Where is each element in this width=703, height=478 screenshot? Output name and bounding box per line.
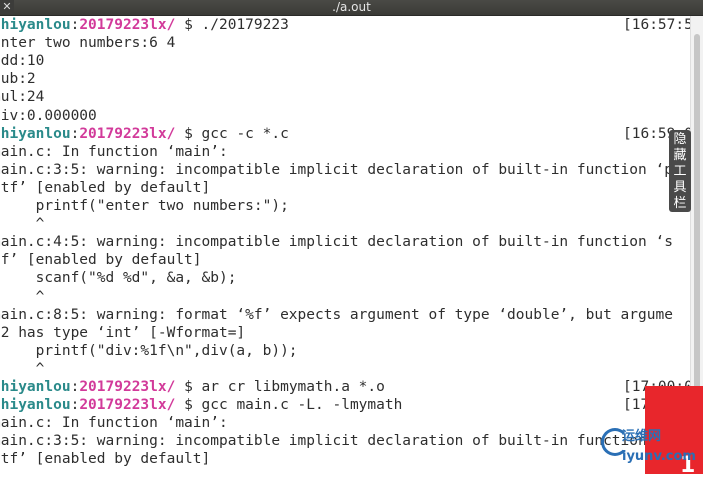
output-line: ntf’ [enabled by default] [0, 179, 211, 196]
output-line: ^ [35, 360, 45, 377]
prompt-line: shiyanlou:20179223lx/ $ gcc -c *.c [0, 125, 289, 143]
prompt-user: shiyanlou [0, 125, 71, 142]
output-line: main.c:3:5: warning: incompatible implic… [0, 161, 673, 178]
output-line: mul:24 [0, 89, 45, 106]
output-line: printf("div:%1f\n",div(a, b)); [0, 342, 298, 359]
prompt-command: $ ar cr libmymath.a *.o [175, 379, 385, 395]
prompt-path: 20179223lx/ [79, 397, 176, 414]
prompt-user: shiyanlou [0, 397, 71, 414]
prompt-path: 20179223lx/ [79, 379, 176, 395]
output-line: add:10 [0, 53, 45, 70]
output-line: main.c:3:5: warning: incompatible implic… [0, 433, 647, 450]
output-line: 2 has type ‘int’ [-Wformat=] [0, 324, 246, 341]
prompt-timestamp: [16:57:56 [623, 17, 690, 33]
hide-toolbar-button[interactable]: 隐藏工具栏 [669, 130, 691, 212]
prompt-command: $ ./20179223 [175, 17, 289, 33]
prompt-separator: : [70, 379, 80, 395]
prompt-path: 20179223lx/ [79, 125, 176, 142]
title-bar: ✕ ./a.out [0, 0, 703, 16]
output-line: scanf("%d %d", &a, &b); [0, 270, 237, 287]
prompt-path: 20179223lx/ [79, 17, 176, 33]
output-line: main.c: In function ‘main’: [0, 143, 228, 160]
scrollbar-thumb[interactable] [694, 34, 700, 414]
terminal-output[interactable]: shiyanlou:20179223lx/ $ ./20179223[16:57… [0, 16, 690, 474]
output-line: sub:2 [0, 71, 36, 88]
output-line: main.c:4:5: warning: incompatible implic… [0, 234, 673, 251]
output-line: nf’ [enabled by default] [0, 252, 202, 269]
hide-toolbar-char: 栏 [673, 196, 687, 211]
prompt-line: shiyanlou:20179223lx/ $ ./20179223 [0, 16, 289, 34]
watermark-brand: 运维网 [622, 429, 662, 444]
prompt-line: shiyanlou:20179223lx/ $ ar cr libmymath.… [0, 378, 385, 396]
output-line: main.c: In function ‘main’: [0, 415, 228, 432]
watermark-site: iyunv.com [622, 449, 696, 464]
output-line: ntf’ [enabled by default] [0, 451, 211, 468]
output-line: printf("enter two numbers:"); [0, 198, 289, 214]
prompt-user: shiyanlou [0, 17, 71, 33]
hide-toolbar-char: 藏 [673, 148, 687, 163]
output-line: div:0.000000 [0, 107, 97, 124]
output-line: ^ [35, 216, 45, 233]
prompt-separator: : [70, 17, 80, 33]
hide-toolbar-char: 工 [673, 164, 687, 179]
hide-toolbar-char: 隐 [673, 132, 687, 147]
output-line: enter two numbers:6 4 [0, 35, 176, 52]
prompt-command: $ gcc -c *.c [175, 125, 289, 142]
prompt-user: shiyanlou [0, 379, 71, 395]
prompt-separator: : [70, 125, 80, 142]
output-line: ^ [35, 288, 45, 305]
prompt-command: $ gcc main.c -L. -lmymath [175, 397, 403, 414]
window-title: ./a.out [332, 0, 371, 14]
prompt-line: shiyanlou:20179223lx/ $ gcc main.c -L. -… [0, 396, 402, 414]
prompt-separator: : [70, 397, 80, 414]
output-line: main.c:8:5: warning: format ‘%f’ expects… [0, 306, 673, 323]
hide-toolbar-char: 具 [673, 180, 687, 195]
